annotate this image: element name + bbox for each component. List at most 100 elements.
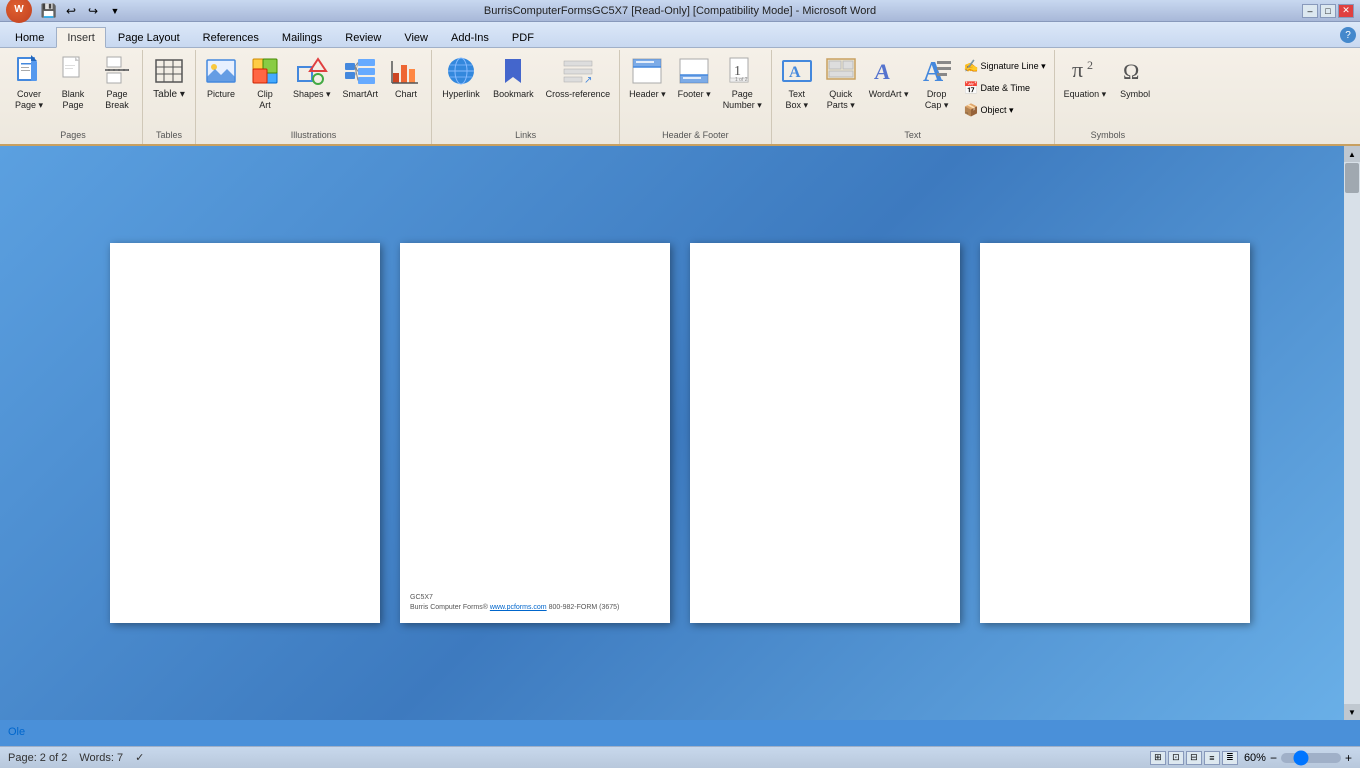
tab-insert[interactable]: Insert bbox=[56, 27, 106, 48]
zoom-out-button[interactable]: − bbox=[1270, 751, 1277, 765]
tab-references[interactable]: References bbox=[192, 27, 270, 47]
view-full-screen[interactable]: ⊡ bbox=[1168, 751, 1184, 765]
cover-page-button[interactable]: CoverPage ▾ bbox=[8, 52, 50, 124]
table-button[interactable]: Table ▾ bbox=[147, 52, 191, 124]
quick-undo[interactable]: ↩ bbox=[62, 3, 80, 19]
title-text: BurrisComputerFormsGC5X7 [Read-Only] [Co… bbox=[0, 5, 1360, 17]
clip-art-icon bbox=[249, 55, 281, 87]
symbol-button[interactable]: Ω Symbol bbox=[1113, 52, 1157, 124]
page-number-button[interactable]: 1 1 of 2 PageNumber ▾ bbox=[718, 52, 767, 124]
right-scrollbar[interactable]: ▲ ▼ bbox=[1344, 146, 1360, 720]
blank-page-button[interactable]: BlankPage bbox=[52, 52, 94, 124]
page-break-icon bbox=[101, 55, 133, 87]
signature-line-button[interactable]: ✍ Signature Line ▾ bbox=[960, 56, 1050, 76]
object-icon: 📦 bbox=[964, 103, 979, 117]
scroll-down-arrow[interactable]: ▼ bbox=[1344, 704, 1360, 720]
text-box-button[interactable]: A TextBox ▾ bbox=[776, 52, 818, 124]
quick-customize[interactable]: ▼ bbox=[106, 3, 124, 19]
view-print-layout[interactable]: ⊞ bbox=[1150, 751, 1166, 765]
svg-text:A: A bbox=[873, 59, 891, 84]
quick-parts-button[interactable]: QuickParts ▾ bbox=[820, 52, 862, 124]
office-button[interactable]: W bbox=[6, 0, 32, 23]
hyperlink-label: Hyperlink bbox=[442, 89, 480, 100]
ribbon-group-links: Hyperlink Bookmark ↗ bbox=[432, 50, 620, 144]
close-button[interactable]: ✕ bbox=[1338, 4, 1354, 18]
scroll-thumb[interactable] bbox=[1345, 163, 1359, 193]
tab-review[interactable]: Review bbox=[334, 27, 392, 47]
header-label: Header ▾ bbox=[629, 89, 666, 100]
hyperlink-icon bbox=[445, 55, 477, 87]
footer-label: Footer ▾ bbox=[678, 89, 711, 100]
header-button[interactable]: Header ▾ bbox=[624, 52, 671, 124]
smartart-button[interactable]: SmartArt bbox=[338, 52, 384, 124]
wordart-button[interactable]: A WordArt ▾ bbox=[864, 52, 914, 124]
header-footer-buttons: Header ▾ Footer ▾ bbox=[624, 52, 767, 130]
table-icon bbox=[153, 55, 185, 87]
tables-label: Tables bbox=[147, 130, 191, 142]
table-label: Table ▾ bbox=[153, 89, 185, 101]
cross-reference-icon: ↗ bbox=[562, 55, 594, 87]
clip-art-button[interactable]: ClipArt bbox=[244, 52, 286, 124]
tab-home[interactable]: Home bbox=[4, 27, 55, 47]
view-web[interactable]: ⊟ bbox=[1186, 751, 1202, 765]
page-2-footer-line: Burris Computer Forms® www.pcforms.com 8… bbox=[410, 603, 619, 613]
drop-cap-button[interactable]: A DropCap ▾ bbox=[916, 52, 958, 124]
restore-button[interactable]: □ bbox=[1320, 4, 1336, 18]
cross-reference-button[interactable]: ↗ Cross-reference bbox=[541, 52, 616, 124]
smartart-label: SmartArt bbox=[343, 89, 379, 100]
quick-parts-icon bbox=[825, 55, 857, 87]
zoom-control: 60% − + bbox=[1244, 751, 1352, 765]
page-break-button[interactable]: PageBreak bbox=[96, 52, 138, 124]
quick-save[interactable]: 💾 bbox=[40, 3, 58, 19]
view-draft[interactable]: ≣ bbox=[1222, 751, 1238, 765]
tab-add-ins[interactable]: Add-Ins bbox=[440, 27, 500, 47]
clip-art-label: ClipArt bbox=[257, 89, 273, 111]
view-outline[interactable]: ≡ bbox=[1204, 751, 1220, 765]
header-icon bbox=[631, 55, 663, 87]
minimize-button[interactable]: – bbox=[1302, 4, 1318, 18]
help-button[interactable]: ? bbox=[1340, 27, 1356, 43]
tab-mailings[interactable]: Mailings bbox=[271, 27, 333, 47]
equation-icon: π 2 bbox=[1069, 55, 1101, 87]
zoom-in-button[interactable]: + bbox=[1345, 751, 1352, 765]
page-number-icon: 1 1 of 2 bbox=[726, 55, 758, 87]
page-2: GC5X7 Burris Computer Forms® www.pcforms… bbox=[400, 243, 670, 623]
cover-page-icon bbox=[13, 55, 45, 87]
tab-view[interactable]: View bbox=[393, 27, 439, 47]
footer-button[interactable]: Footer ▾ bbox=[673, 52, 716, 124]
page-4-inner bbox=[980, 243, 1250, 623]
page-break-label: PageBreak bbox=[105, 89, 129, 111]
shapes-button[interactable]: Shapes ▾ bbox=[288, 52, 336, 124]
blank-page-icon bbox=[57, 55, 89, 87]
page-wrapper-3 bbox=[690, 243, 960, 623]
chart-button[interactable]: Chart bbox=[385, 52, 427, 124]
scroll-track[interactable] bbox=[1344, 162, 1360, 704]
ribbon: CoverPage ▾ BlankPage bbox=[0, 48, 1360, 146]
spell-check-icon[interactable]: ✓ bbox=[135, 751, 144, 764]
svg-text:↗: ↗ bbox=[584, 75, 592, 86]
page-2-inner: GC5X7 Burris Computer Forms® www.pcforms… bbox=[400, 243, 670, 623]
cover-page-label: CoverPage ▾ bbox=[15, 89, 43, 111]
tab-pdf[interactable]: PDF bbox=[501, 27, 545, 47]
page-2-footer-code: GC5X7 bbox=[410, 593, 619, 603]
date-time-button[interactable]: 📅 Date & Time bbox=[960, 78, 1050, 98]
pages-container: GC5X7 Burris Computer Forms® www.pcforms… bbox=[110, 243, 1250, 623]
pages-buttons: CoverPage ▾ BlankPage bbox=[8, 52, 138, 130]
page-number-label: PageNumber ▾ bbox=[723, 89, 762, 111]
ribbon-group-tables: Table ▾ Tables bbox=[143, 50, 196, 144]
signature-line-icon: ✍ bbox=[964, 59, 979, 73]
wordart-icon: A bbox=[873, 55, 905, 87]
picture-button[interactable]: Picture bbox=[200, 52, 242, 124]
page-wrapper-1 bbox=[110, 243, 380, 623]
zoom-slider[interactable] bbox=[1281, 753, 1341, 763]
object-button[interactable]: 📦 Object ▾ bbox=[960, 100, 1050, 120]
quick-redo[interactable]: ↪ bbox=[84, 3, 102, 19]
bookmark-button[interactable]: Bookmark bbox=[488, 52, 539, 124]
ribbon-tabs: Home Insert Page Layout References Maili… bbox=[0, 22, 1360, 48]
scroll-up-arrow[interactable]: ▲ bbox=[1344, 146, 1360, 162]
hyperlink-button[interactable]: Hyperlink bbox=[436, 52, 486, 124]
equation-button[interactable]: π 2 Equation ▾ bbox=[1059, 52, 1112, 124]
page-2-footer: GC5X7 Burris Computer Forms® www.pcforms… bbox=[410, 593, 619, 613]
tab-page-layout[interactable]: Page Layout bbox=[107, 27, 191, 47]
shapes-icon bbox=[296, 55, 328, 87]
